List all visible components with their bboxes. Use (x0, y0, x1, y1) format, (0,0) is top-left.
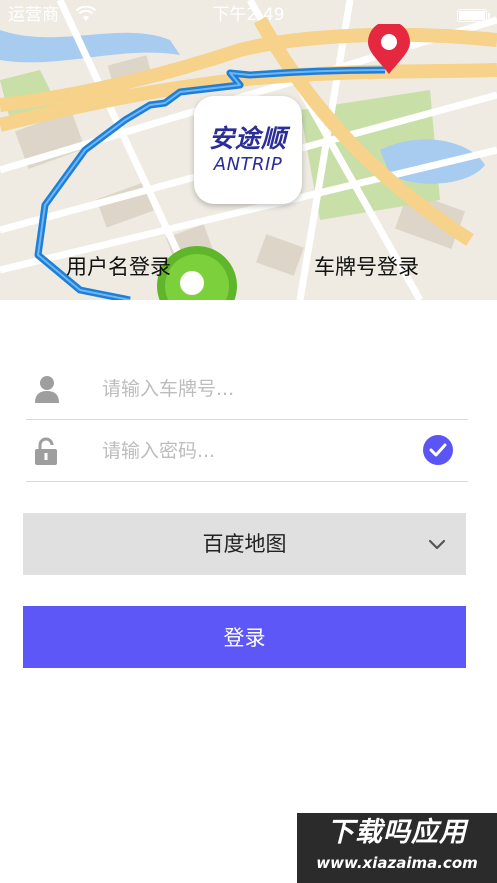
clock-label: 下午2:49 (212, 5, 285, 25)
map-header: 运营商 下午2:49 安途顺 ANTRIP 用户名登录 车牌号登录 (0, 0, 497, 300)
plate-field-row (26, 359, 468, 420)
watermark-url: www.xiazaima.com (316, 854, 478, 872)
lock-icon (35, 437, 57, 465)
status-bar: 运营商 下午2:49 (0, 0, 497, 30)
login-button[interactable]: 登录 (23, 606, 466, 668)
show-password-check-icon[interactable] (423, 435, 453, 465)
logo-name-cn: 安途顺 (208, 124, 287, 153)
app-logo: 安途顺 ANTRIP (194, 96, 302, 204)
chevron-down-icon (428, 539, 446, 550)
tab-username-login[interactable]: 用户名登录 (66, 252, 171, 282)
logo-name-en: ANTRIP (213, 154, 283, 175)
tab-plate-login[interactable]: 车牌号登录 (314, 252, 419, 282)
plate-number-input[interactable] (102, 373, 402, 405)
password-field-row (26, 421, 468, 482)
map-provider-select[interactable]: 百度地图 (23, 513, 466, 575)
watermark-title: 下载吗应用 (327, 817, 467, 848)
battery-icon (457, 9, 490, 22)
watermark-logo: 下载吗应用 www.xiazaima.com (297, 813, 497, 883)
user-icon (35, 376, 59, 403)
destination-pin-icon (368, 24, 410, 74)
password-input[interactable] (102, 435, 402, 467)
map-provider-label: 百度地图 (202, 532, 287, 556)
